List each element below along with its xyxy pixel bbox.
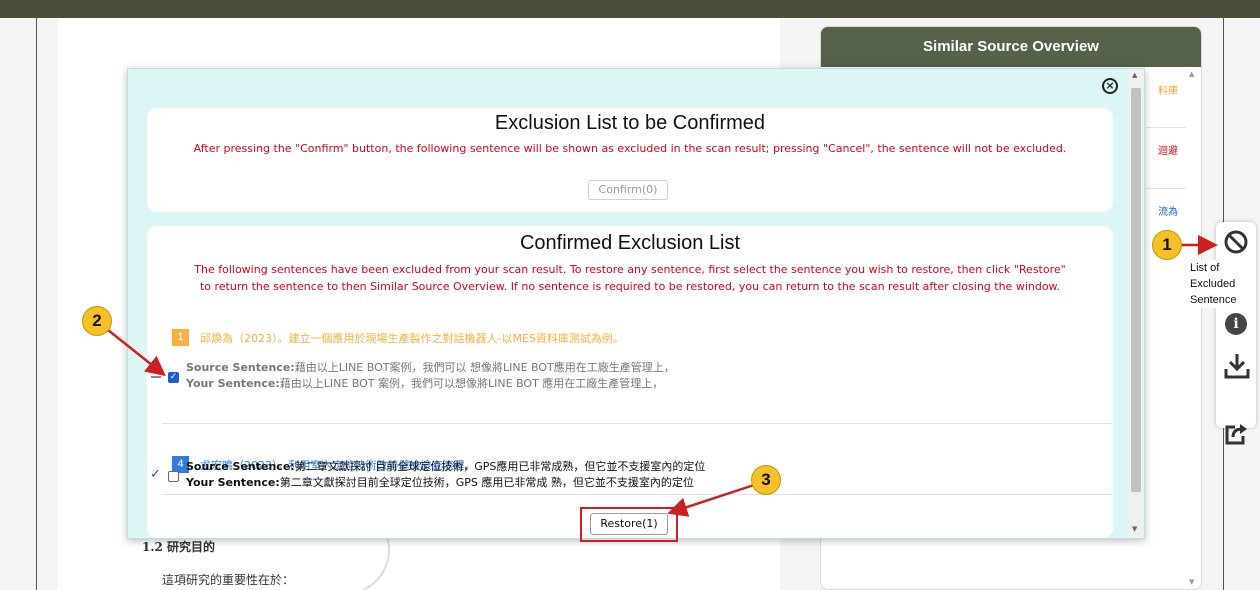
step-marker: 3 — [751, 465, 781, 495]
arrow-to-restore — [667, 483, 755, 517]
step-marker: 2 — [82, 306, 112, 336]
arrow-to-checkbox — [107, 329, 166, 377]
step-marker: 1 — [1152, 230, 1182, 260]
annotation-arrows — [107, 235, 1218, 517]
